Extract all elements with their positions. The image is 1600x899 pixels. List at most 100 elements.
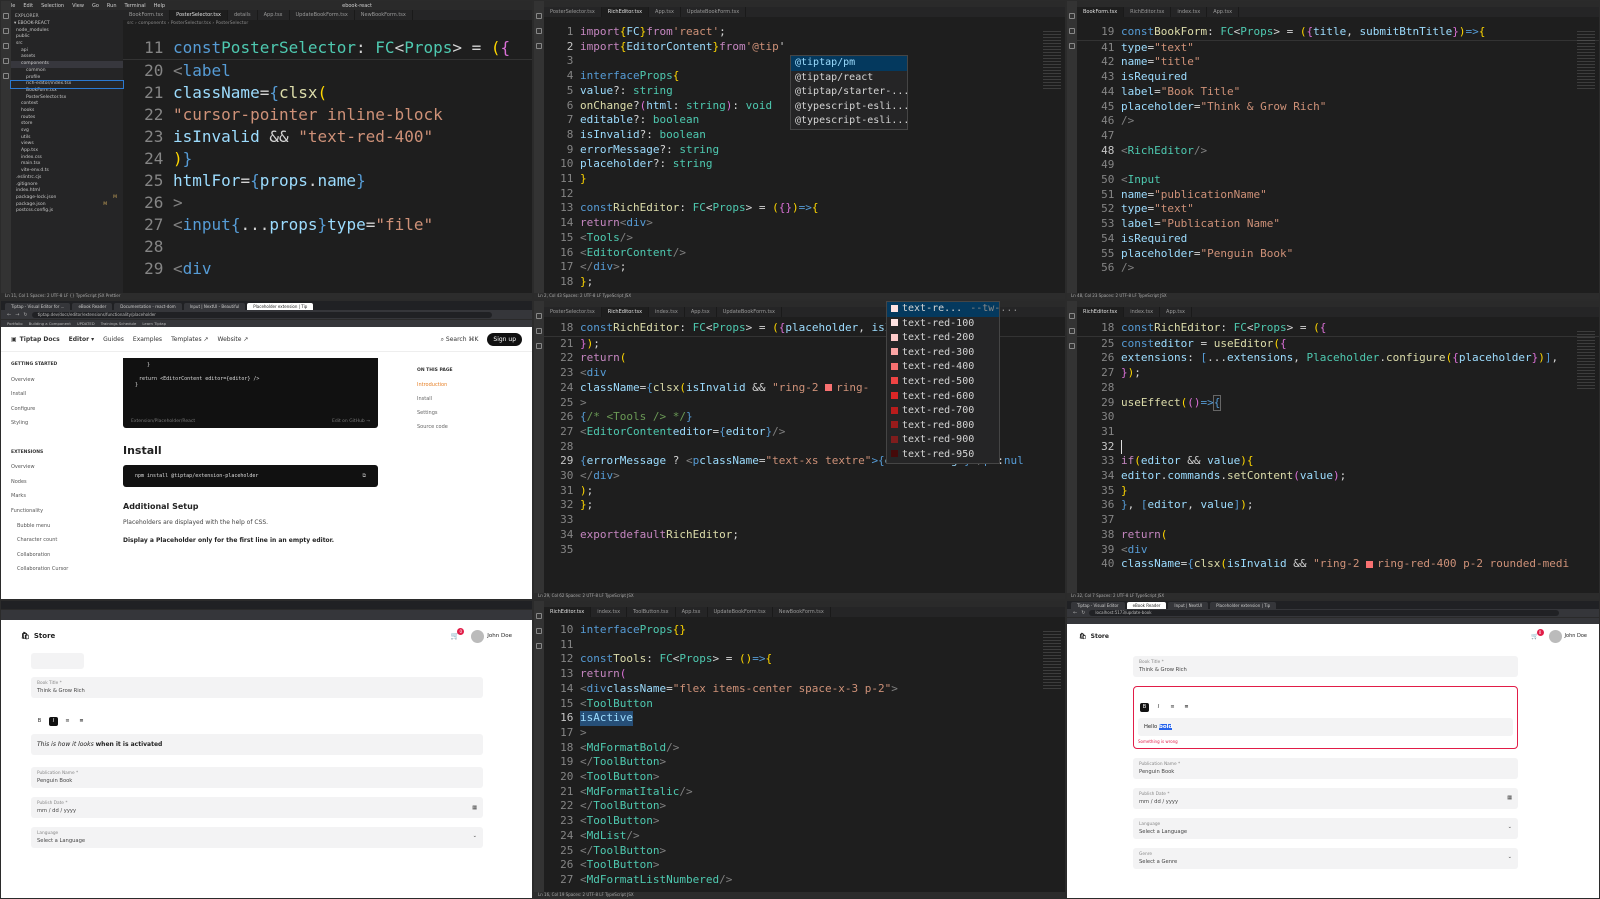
suggestion-item[interactable]: @tiptap/pm <box>791 56 907 71</box>
search-icon[interactable] <box>536 28 542 34</box>
code-editor[interactable]: 10 interface Props {} 11 12 const Tools:… <box>544 623 1065 888</box>
store-title[interactable]: Store <box>1091 633 1109 640</box>
color-suggestion-item[interactable]: text-red-500 <box>887 375 999 390</box>
user-name[interactable]: John Doe <box>487 633 512 639</box>
rich-editor-content[interactable]: This is how it looks when it is activate… <box>31 734 483 755</box>
search-icon[interactable] <box>1069 28 1075 34</box>
tab-index[interactable]: index.tsx <box>649 307 685 317</box>
tab-app[interactable]: App.tsx <box>676 607 708 617</box>
italic-button[interactable]: I <box>49 717 58 726</box>
file-tree-item[interactable]: store <box>11 121 123 128</box>
reload-icon[interactable]: ↻ <box>1081 610 1085 616</box>
cart-icon[interactable]: 🛒 0 <box>451 628 465 640</box>
sidebar-item[interactable]: Nodes <box>11 475 106 490</box>
code-editor[interactable]: 19 const BookForm: FC < Props > = ({ title,… <box>1077 25 1599 276</box>
copy-icon[interactable]: ⧉ <box>362 473 366 479</box>
tiptap-logo[interactable]: ▣ Tiptap Docs <box>11 336 60 343</box>
nav-guides[interactable]: Guides <box>103 336 124 343</box>
avatar[interactable] <box>1548 629 1562 643</box>
publish-date-field[interactable]: Publish Date * mm / dd / yyyy ▦ <box>1133 788 1518 809</box>
sidebar-item[interactable]: Overview <box>11 460 106 475</box>
toc-settings[interactable]: Settings <box>417 406 453 420</box>
bookmark[interactable]: UPDATED <box>77 321 95 326</box>
file-tree-item[interactable]: hooks <box>11 108 123 115</box>
file-tree-item[interactable]: public <box>11 34 123 41</box>
bookmark[interactable]: Learn Tiptap <box>142 321 166 326</box>
source-control-icon[interactable] <box>3 43 9 49</box>
forward-icon[interactable]: → <box>15 312 19 318</box>
browser-tab[interactable]: Placeholder extension | Tip <box>1210 602 1277 609</box>
nav-examples[interactable]: Examples <box>133 336 162 343</box>
minimap[interactable] <box>1577 331 1595 391</box>
breadcrumb[interactable]: src › components › PosterSelector.tsx › … <box>123 20 532 27</box>
back-icon[interactable]: ← <box>1073 610 1077 616</box>
suggestion-item[interactable]: @tiptap/starter-... <box>791 85 909 100</box>
tab-index[interactable]: index.tsx <box>1171 7 1208 17</box>
source-control-icon[interactable] <box>536 43 542 49</box>
tab-app[interactable]: App.tsx <box>1160 307 1192 317</box>
tab-posterselector[interactable]: PosterSelector.tsx <box>170 10 228 20</box>
tab-newbookform[interactable]: NewBookForm.tsx <box>355 10 413 20</box>
files-icon[interactable] <box>1069 13 1075 19</box>
menu-go[interactable]: Go <box>92 3 99 9</box>
bullet-list-button[interactable]: ≡ <box>1168 703 1177 712</box>
sidebar-item[interactable]: Configure <box>11 402 106 417</box>
file-tree-item[interactable]: svg <box>11 128 123 135</box>
suggestion-item[interactable]: @typescript-esli... <box>791 114 909 129</box>
sidebar-item[interactable]: Collaboration <box>11 548 106 563</box>
tab-details[interactable]: details <box>228 10 258 20</box>
tab-posterselector[interactable]: PosterSelector.tsx <box>544 307 602 317</box>
url-field[interactable]: tiptap.dev/docs/editor/extensions/functi… <box>31 311 492 318</box>
files-icon[interactable] <box>536 613 542 619</box>
menu-edit[interactable]: Edit <box>23 3 33 9</box>
nav-editor[interactable]: Editor ▾ <box>69 336 95 343</box>
file-tree-item[interactable]: src <box>11 41 123 48</box>
color-suggestion-item[interactable]: text-red-700 <box>887 404 999 419</box>
avatar[interactable] <box>471 629 485 643</box>
tab-app[interactable]: App.tsx <box>685 307 717 317</box>
browser-tab[interactable]: Tiptap - Visual Editor for ... <box>5 303 71 310</box>
tab-richeditor[interactable]: RichEditor.tsx <box>601 307 650 317</box>
tab-bookform[interactable]: BookForm.tsx <box>123 10 171 20</box>
menu-view[interactable]: View <box>72 3 84 9</box>
bookmark[interactable]: Building a Component <box>29 321 71 326</box>
tab-newbookform[interactable]: NewBookForm.tsx <box>773 607 831 617</box>
calendar-icon[interactable]: ▦ <box>472 805 477 811</box>
publish-date-field[interactable]: Publish Date * mm / dd / yyyy ▦ <box>31 797 483 818</box>
suggestion-item[interactable]: @typescript-esli... <box>791 100 909 115</box>
search-icon[interactable] <box>1069 328 1075 334</box>
sidebar-item[interactable]: Styling <box>11 416 106 431</box>
search-icon[interactable] <box>536 628 542 634</box>
source-control-icon[interactable] <box>1069 43 1075 49</box>
color-suggestion-item[interactable]: text-red-800 <box>887 419 999 434</box>
code-editor[interactable]: 18 const RichEditor: FC < Props > = ({ 25 c… <box>1077 321 1599 572</box>
browser-tab[interactable]: eBook Reader <box>72 303 113 310</box>
file-tree-item[interactable]: App.tsx <box>11 148 123 155</box>
color-suggestion-item[interactable]: text-red-950 <box>887 448 999 463</box>
files-icon[interactable] <box>536 13 542 19</box>
tab-updatebookform[interactable]: UpdateBookForm.tsx <box>717 307 782 317</box>
source-control-icon[interactable] <box>1069 343 1075 349</box>
files-icon[interactable] <box>1069 313 1075 319</box>
tab-richeditor[interactable]: RichEditor.tsx <box>544 607 592 617</box>
files-icon[interactable] <box>536 313 542 319</box>
book-title-field[interactable]: Book Title * Think & Grow Rich <box>1133 656 1518 677</box>
cart-icon[interactable]: 🛒 0 <box>1531 628 1544 640</box>
code-editor[interactable]: 11 const PosterSelector: FC < Props > = ({ … <box>123 37 532 280</box>
publication-field[interactable]: Publication Name * Penguin Book <box>31 767 483 788</box>
browser-tab[interactable]: Input | NextUI - Beautiful <box>183 303 246 310</box>
minimap[interactable] <box>1043 631 1061 691</box>
file-tree-item[interactable]: BookForm.tsx <box>11 88 123 95</box>
tab-updatebookform[interactable]: UpdateBookForm.tsx <box>290 10 355 20</box>
bold-button[interactable]: B <box>35 717 44 726</box>
store-title[interactable]: Store <box>34 632 55 640</box>
color-suggestion-item[interactable]: text-red-100 <box>887 317 999 332</box>
browser-tab[interactable]: Placeholder extension | Tip <box>247 303 314 310</box>
rich-editor-content[interactable]: Hello bold <box>1138 718 1513 736</box>
italic-button[interactable]: I <box>1154 703 1163 712</box>
tab-updatebookform[interactable]: UpdateBookForm.tsx <box>681 7 747 17</box>
sidebar-item[interactable]: Collaboration Cursor <box>11 562 106 577</box>
language-select[interactable]: Language Select a Language ⌄ <box>1133 818 1518 839</box>
color-suggestion-item[interactable]: text-red-900 <box>887 433 999 448</box>
menu-help[interactable]: Help <box>154 3 165 9</box>
